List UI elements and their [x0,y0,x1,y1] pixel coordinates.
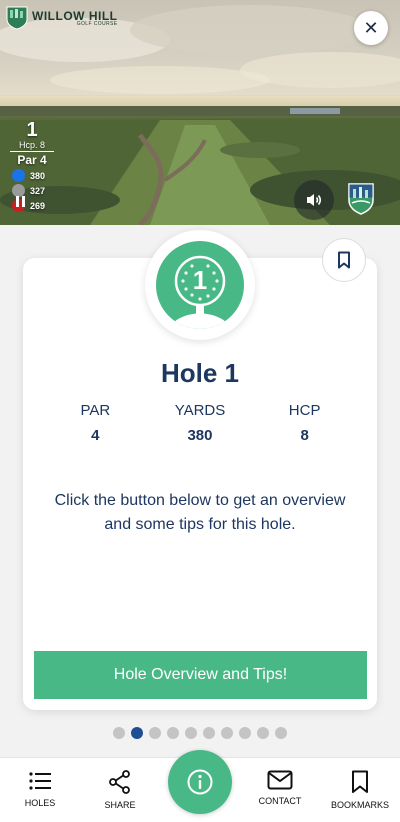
close-icon: ✕ [363,17,379,38]
pause-button[interactable] [16,196,28,208]
hole-description: Click the button below to get an overvie… [54,492,346,533]
pager-dot[interactable] [203,727,215,739]
pager-dot[interactable] [257,727,269,739]
stat-label: PAR [80,402,111,419]
speaker-icon [307,194,322,206]
badge-hole-number: 1 [192,265,208,295]
bookmarks-icon [352,770,368,793]
nav-holes[interactable]: HOLES [0,770,80,808]
hole-pager [0,727,400,739]
stat-value: 380 [187,427,213,444]
stat-value: 8 [300,427,309,444]
stat-label: HCP [288,402,321,419]
sound-toggle-button[interactable] [294,180,334,220]
pager-dot[interactable] [221,727,233,739]
pager-dot[interactable] [113,727,125,739]
info-button[interactable] [168,750,232,814]
stat-yards: YARDS 380 [155,402,245,444]
stat-label: YARDS [174,402,226,419]
hole-badge: 1 [145,230,255,340]
close-button[interactable]: ✕ [354,11,388,45]
stat-value: 4 [91,427,100,444]
pager-dot[interactable] [185,727,197,739]
nav-bookmarks[interactable]: BOOKMARKS [320,770,400,810]
pager-dot[interactable] [239,727,251,739]
course-shield-icon [6,6,28,30]
hole-overlay-info: 1 Hcp. 8 Par 4 [10,120,54,167]
info-icon [187,769,213,795]
nav-contact[interactable]: CONTACT [240,770,320,806]
bookmark-icon [338,251,350,269]
hole-flyover-video[interactable]: WILLOW HILL GOLF COURSE ✕ 1 Hcp. 8 Par 4… [0,0,400,225]
hole-overview-button[interactable]: Hole Overview and Tips! [34,651,367,699]
overlay-par: Par 4 [17,153,47,167]
hole-stats: PAR 4 YARDS 380 HCP 8 [23,402,377,444]
pager-dot-active[interactable] [131,727,143,739]
overlay-hole-number: 1 [26,119,38,141]
logo-name: WILLOW HILL [32,8,118,23]
mail-icon [267,770,293,790]
share-icon [109,770,130,794]
overlay-hcp: Hcp. 8 [10,140,54,152]
course-badge-icon [348,183,374,215]
nav-bookmarks-label: BOOKMARKS [330,800,389,810]
tee-yards: 269 [30,200,46,211]
nav-share-label: SHARE [104,800,136,810]
golf-ball-badge: 1 [156,241,244,329]
hole-title: Hole 1 [160,358,240,388]
tee-dot-icon [12,169,25,182]
stat-hcp: HCP 8 [260,402,350,444]
list-icon [29,772,51,790]
pager-dot[interactable] [149,727,161,739]
stat-par: PAR 4 [50,402,140,444]
course-aerial-image [0,5,400,225]
nav-contact-label: CONTACT [258,796,302,806]
pager-dot[interactable] [167,727,179,739]
nav-holes-label: HOLES [24,798,56,808]
pause-icon [16,196,19,207]
tee-yards: 327 [30,185,46,196]
bookmark-button[interactable] [322,238,366,282]
course-logo: WILLOW HILL GOLF COURSE [6,6,117,30]
tee-row-blue: 380 [12,168,45,183]
nav-share[interactable]: SHARE [80,770,160,810]
pager-dot[interactable] [275,727,287,739]
tee-yards: 380 [30,170,46,181]
